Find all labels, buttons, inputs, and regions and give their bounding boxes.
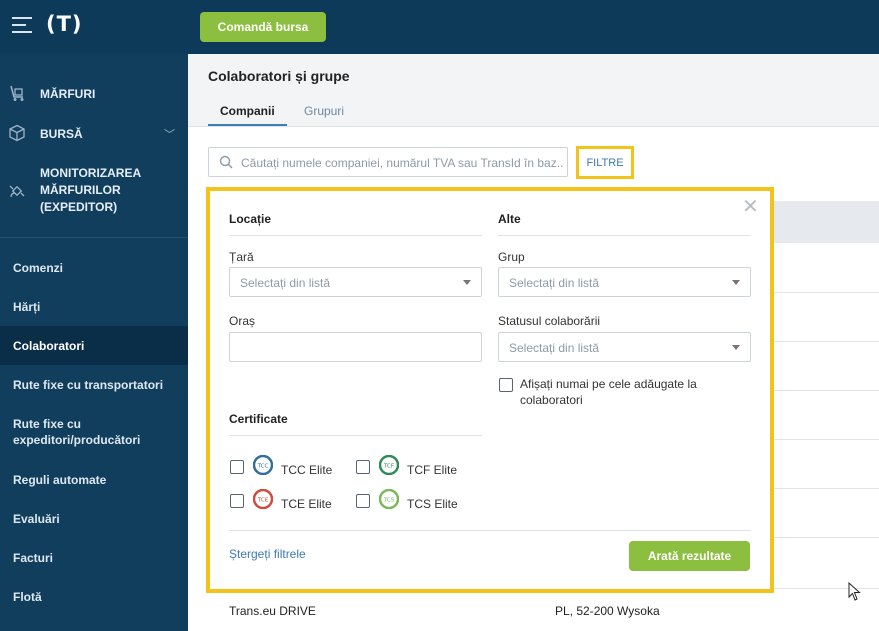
filters-panel: ✕ Locație Țară Selectați din listă Oraș …	[206, 187, 774, 593]
section-divider	[498, 235, 751, 236]
company-address-cell: PL, 52-200 Wysoka	[555, 604, 660, 618]
company-name-cell: Trans.eu DRIVE	[229, 604, 316, 618]
dropdown-arrow-icon	[463, 280, 471, 285]
collaboration-status-label: Statusul colaborării	[498, 314, 601, 328]
table-row-divider	[774, 390, 879, 391]
sidebar-item-collaborators[interactable]: Colaboratori	[0, 326, 188, 365]
tcs-elite-label: TCS Elite	[407, 497, 458, 511]
country-select[interactable]: Selectați din listă	[229, 267, 482, 297]
tab-companies[interactable]: Companii	[208, 104, 287, 126]
sidebar-divider	[0, 237, 188, 238]
tce-badge-icon: TCE	[253, 489, 273, 509]
page-title: Colaboratori și grupe	[208, 68, 350, 84]
table-row-divider	[774, 341, 879, 342]
table-row-divider	[774, 439, 879, 440]
app-logo[interactable]: (T)	[46, 12, 83, 36]
sidebar-item-ratings[interactable]: Evaluări	[0, 503, 188, 535]
tcs-elite-checkbox[interactable]	[356, 494, 370, 508]
sidebar-item-fixed-routes-carriers[interactable]: Rute fixe cu transportatori	[0, 369, 188, 401]
sidebar-item-fixed-routes-forwarders[interactable]: Rute fixe cu expeditori/producători	[0, 408, 188, 456]
city-label: Oraș	[229, 314, 256, 328]
svg-text:TCC: TCC	[257, 464, 269, 470]
footer-divider	[229, 530, 751, 531]
tcf-elite-label: TCF Elite	[407, 463, 458, 477]
show-results-button[interactable]: Arată rezultate	[629, 541, 750, 571]
only-added-checkbox[interactable]	[499, 378, 513, 392]
search-icon	[219, 155, 233, 169]
search-input[interactable]: Căutați numele companiei, numărul TVA sa…	[208, 147, 568, 177]
other-section-title: Alte	[498, 212, 521, 226]
sidebar-item-invoices[interactable]: Facturi	[0, 542, 188, 574]
table-header	[774, 201, 879, 243]
dropdown-arrow-icon	[732, 345, 740, 350]
country-label: Țară	[229, 250, 254, 264]
sidebar-item-orders[interactable]: Comenzi	[0, 252, 188, 284]
group-select[interactable]: Selectați din listă	[498, 267, 751, 297]
group-label: Grup	[498, 250, 525, 264]
svg-text:TCS: TCS	[383, 498, 395, 504]
box-icon	[9, 124, 25, 142]
svg-text:TCF: TCF	[383, 464, 394, 470]
chevron-down-icon[interactable]: ﹀	[164, 126, 175, 142]
clear-filters-link[interactable]: Ștergeți filtrele	[229, 547, 306, 561]
location-section-title: Locație	[229, 212, 272, 226]
table-row-divider	[774, 537, 879, 538]
sidebar-module-monitoring[interactable]: MONITORIZAREA MĂRFURILOR (EXPEDITOR)	[0, 164, 188, 220]
sidebar-module-label: MONITORIZAREA MĂRFURILOR (EXPEDITOR)	[40, 166, 142, 214]
certificates-section-title: Certificate	[229, 412, 288, 426]
tab-groups[interactable]: Grupuri	[304, 104, 344, 118]
trolley-icon	[10, 85, 24, 101]
table-row[interactable]: Trans.eu DRIVE PL, 52-200 Wysoka	[208, 588, 879, 631]
sidebar-module-freight[interactable]: MĂRFURI	[0, 82, 188, 106]
sidebar: MĂRFURI BURSĂ ﹀ MONITORIZAREA MĂRFURILOR…	[0, 54, 188, 631]
satellite-icon	[9, 185, 25, 198]
section-divider	[229, 435, 482, 436]
exchange-order-button[interactable]: Comandă bursa	[200, 12, 326, 42]
sidebar-item-automatic-rules[interactable]: Reguli automate	[0, 464, 188, 496]
only-added-label: Afișați numai pe cele adăugate la colabo…	[520, 377, 697, 407]
tcf-elite-checkbox[interactable]	[356, 460, 370, 474]
tce-elite-checkbox[interactable]	[230, 494, 244, 508]
page-header: Colaboratori și grupe Companii Grupuri	[188, 54, 879, 127]
dropdown-arrow-icon	[732, 280, 740, 285]
filters-button[interactable]: FILTRE	[576, 146, 634, 179]
search-placeholder: Căutați numele companiei, numărul TVA sa…	[241, 156, 563, 170]
tcc-badge-icon: TCC	[253, 455, 273, 475]
sidebar-module-label: BURSĂ	[40, 127, 83, 141]
close-icon[interactable]: ✕	[742, 197, 759, 217]
tcc-elite-checkbox[interactable]	[230, 460, 244, 474]
tcs-badge-icon: TCS	[379, 489, 399, 509]
hamburger-menu-icon[interactable]	[12, 17, 32, 35]
sidebar-module-exchange[interactable]: BURSĂ ﹀	[0, 122, 188, 146]
collaboration-status-value: Selectați din listă	[509, 341, 600, 355]
sidebar-item-fleet[interactable]: Flotă	[0, 581, 188, 613]
mouse-cursor-icon	[848, 582, 861, 601]
country-select-value: Selectați din listă	[240, 276, 331, 290]
tcf-badge-icon: TCF	[379, 455, 399, 475]
svg-text:TCE: TCE	[257, 498, 269, 504]
sidebar-module-label: MĂRFURI	[40, 87, 96, 101]
table-row-divider	[774, 292, 879, 293]
tcc-elite-label: TCC Elite	[281, 463, 333, 477]
collaboration-status-select[interactable]: Selectați din listă	[498, 332, 751, 362]
tce-elite-label: TCE Elite	[281, 497, 332, 511]
top-bar: (T) Comandă bursa	[0, 0, 879, 54]
section-divider	[229, 235, 482, 236]
sidebar-item-maps[interactable]: Hărți	[0, 291, 188, 323]
table-row-divider	[774, 488, 879, 489]
city-input[interactable]	[229, 332, 482, 362]
group-select-value: Selectați din listă	[509, 276, 600, 290]
